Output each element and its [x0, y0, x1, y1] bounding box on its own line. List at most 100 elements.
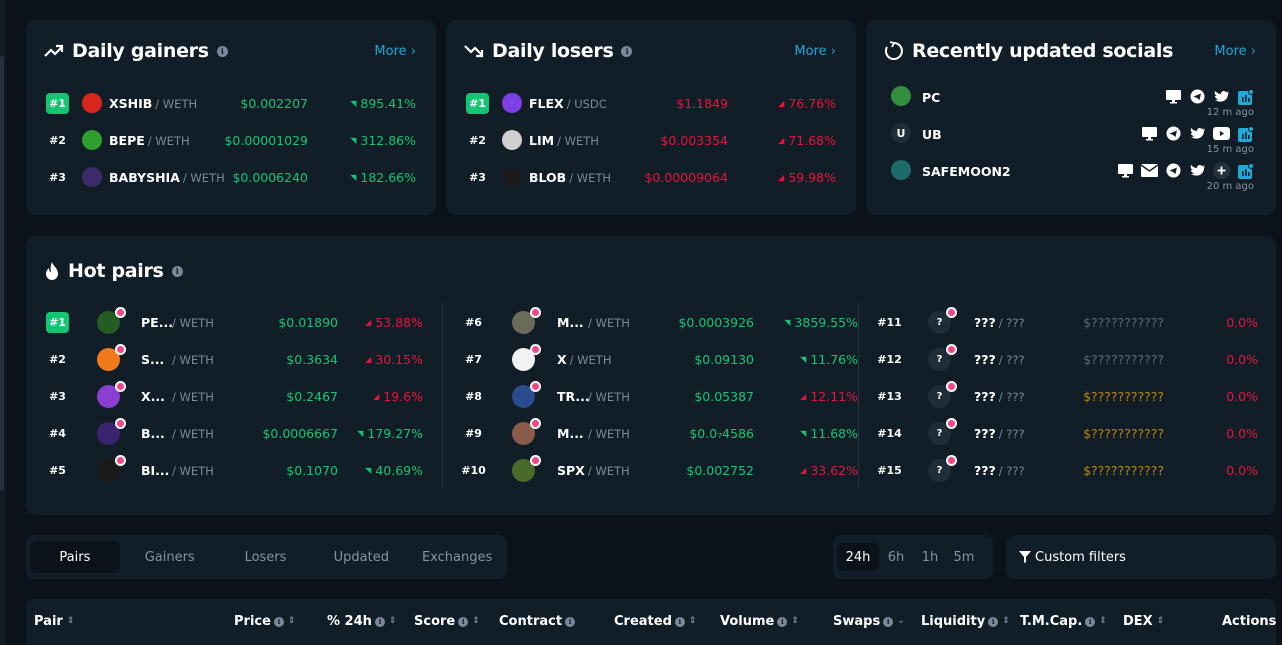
hot-pair-item[interactable]: #12???? / ??? $??????????? 0.0%	[858, 343, 1268, 371]
column-header-actions[interactable]: Actions	[1222, 614, 1276, 629]
pair-symbol[interactable]: LIM / WETH	[529, 133, 599, 148]
website-icon[interactable]	[1165, 88, 1182, 105]
pair-symbol[interactable]: TR.../ WETH	[557, 389, 630, 404]
hot-pair-item[interactable]: #5 BI... / WETH $0.1070 ◥ 40.69%	[26, 454, 436, 482]
info-icon[interactable]: i	[273, 616, 284, 627]
pair-symbol[interactable]: X / WETH	[557, 352, 611, 367]
timeframe-24h[interactable]: 24h	[837, 543, 879, 571]
pair-symbol[interactable]: FLEX / USDC	[529, 96, 607, 111]
token-name[interactable]: SAFEMOON2	[922, 164, 1011, 179]
list-item[interactable]: #3 BABYSHIA / WETH $0.0006240 ◥ 182.66%	[26, 165, 436, 189]
hot-pair-item[interactable]: #2 S... / WETH $0.3634 ◢ 30.15%	[26, 343, 436, 371]
column-header-24h[interactable]: % 24h i ⇕	[327, 614, 396, 629]
social-item[interactable]: U UB 15 m ago	[866, 121, 1276, 161]
hot-pair-item[interactable]: #10 SPX / WETH $0.002752 ◢ 33.62%	[442, 454, 858, 482]
column-header-swaps[interactable]: Swaps i ⌄	[833, 614, 905, 629]
youtube-icon[interactable]	[1213, 125, 1230, 142]
plus-icon[interactable]	[1213, 162, 1230, 179]
info-icon[interactable]: i	[883, 616, 894, 627]
info-icon[interactable]: i	[458, 616, 469, 627]
timeframe-6h[interactable]: 6h	[879, 543, 913, 571]
pair-symbol[interactable]: ??? / ???	[974, 389, 1025, 404]
pair-symbol[interactable]: XSHIB / WETH	[109, 96, 197, 111]
pair-symbol[interactable]: BABYSHIA / WETH	[109, 170, 225, 185]
hot-pair-item[interactable]: #3 X... / WETH $0.2467 ◢ 19.6%	[26, 380, 436, 408]
column-header-liquidity[interactable]: Liquidity i ⇕	[921, 614, 1010, 629]
pair-symbol[interactable]: ??? / ???	[974, 463, 1025, 478]
list-item[interactable]: #2 BEPE / WETH $0.00001029 ◥ 312.86%	[26, 128, 436, 152]
column-header-created[interactable]: Created i ⇕	[614, 614, 696, 629]
info-icon[interactable]: i	[621, 45, 633, 57]
timeframe-1h[interactable]: 1h	[913, 543, 947, 571]
info-icon[interactable]: i	[1085, 616, 1096, 627]
tab-gainers[interactable]: Gainers	[120, 541, 220, 573]
info-icon[interactable]: i	[674, 616, 685, 627]
email-icon[interactable]	[1141, 162, 1158, 179]
hot-pair-item[interactable]: #15???? / ??? $??????????? 0.0%	[858, 454, 1268, 482]
column-header-pair[interactable]: Pair ⇕	[34, 614, 74, 629]
tab-pairs[interactable]: Pairs	[30, 541, 120, 573]
hot-pair-item[interactable]: #4 B... / WETH $0.0006667 ◥ 179.27%	[26, 417, 436, 445]
pair-symbol[interactable]: S... / WETH	[141, 352, 214, 367]
social-item[interactable]: SAFEMOON2 20 m ago	[866, 158, 1276, 198]
telegram-icon[interactable]	[1165, 125, 1182, 142]
info-icon[interactable]: i	[216, 45, 228, 57]
social-item[interactable]: PC 12 m ago	[866, 84, 1276, 124]
pair-symbol[interactable]: X... / WETH	[141, 389, 214, 404]
list-item[interactable]: #3 BLOB / WETH $0.00009064 ◢ 59.98%	[446, 165, 856, 189]
sort-icon[interactable]: ⇕	[67, 617, 75, 626]
list-item[interactable]: #2 LIM / WETH $0.003354 ◢ 71.68%	[446, 128, 856, 152]
daily-gainers-more-link[interactable]: More ›	[374, 44, 416, 59]
info-icon[interactable]: i	[374, 616, 385, 627]
info-icon[interactable]: i	[171, 265, 183, 277]
sort-icon[interactable]: ⇕	[1099, 617, 1107, 626]
twitter-icon[interactable]	[1189, 162, 1206, 179]
website-icon[interactable]	[1141, 125, 1158, 142]
page-scrollbar[interactable]	[0, 0, 6, 645]
sort-icon[interactable]: ⇕	[791, 617, 799, 626]
pair-symbol[interactable]: M... / WETH	[557, 426, 630, 441]
token-name[interactable]: UB	[922, 127, 942, 142]
daily-losers-more-link[interactable]: More ›	[794, 44, 836, 59]
sort-desc-icon[interactable]: ⌄	[897, 617, 905, 626]
info-icon[interactable]: i	[777, 616, 788, 627]
sort-icon[interactable]: ⇕	[1157, 617, 1165, 626]
pair-symbol[interactable]: B... / WETH	[141, 426, 214, 441]
twitter-icon[interactable]	[1189, 125, 1206, 142]
column-header-price[interactable]: Price i ⇕	[234, 614, 295, 629]
hot-pair-item[interactable]: #6 M... / WETH $0.0003926 ◥ 3859.55%	[442, 306, 858, 334]
telegram-icon[interactable]	[1165, 162, 1182, 179]
token-name[interactable]: PC	[922, 90, 940, 105]
hot-pair-item[interactable]: #7 X / WETH $0.09130 ◥ 11.76%	[442, 343, 858, 371]
pair-symbol[interactable]: SPX / WETH	[557, 463, 630, 478]
pair-symbol[interactable]: BLOB / WETH	[529, 170, 611, 185]
hot-pair-item[interactable]: #13???? / ??? $??????????? 0.0%	[858, 380, 1268, 408]
column-header-dex[interactable]: DEX ⇕	[1123, 614, 1164, 629]
info-icon[interactable]: i	[565, 616, 576, 627]
pair-symbol[interactable]: M... / WETH	[557, 315, 630, 330]
pair-symbol[interactable]: BI... / WETH	[141, 463, 214, 478]
hot-pair-item[interactable]: #1 PE.../ WETH $0.01890 ◢ 53.88%	[26, 306, 436, 334]
dextools-icon[interactable]	[1237, 125, 1254, 142]
hot-pair-item[interactable]: #8 TR.../ WETH $0.05387 ◢ 12.11%	[442, 380, 858, 408]
list-item[interactable]: #1 FLEX / USDC $1.1849 ◢ 76.76%	[446, 91, 856, 115]
hot-pair-item[interactable]: #9 M... / WETH $0.0₇4586 ◥ 11.68%	[442, 417, 858, 445]
socials-more-link[interactable]: More ›	[1214, 44, 1256, 59]
info-icon[interactable]: i	[988, 616, 999, 627]
dextools-icon[interactable]	[1237, 162, 1254, 179]
tab-exchanges[interactable]: Exchanges	[411, 541, 503, 573]
column-header-t-m-cap[interactable]: T.M.Cap. i ⇕	[1020, 614, 1107, 629]
sort-icon[interactable]: ⇕	[288, 617, 296, 626]
scrollbar-thumb[interactable]	[0, 56, 4, 491]
tab-losers[interactable]: Losers	[220, 541, 312, 573]
pair-symbol[interactable]: ??? / ???	[974, 352, 1025, 367]
sort-icon[interactable]: ⇕	[689, 617, 697, 626]
timeframe-5m[interactable]: 5m	[947, 543, 981, 571]
column-header-volume[interactable]: Volume i ⇕	[720, 614, 799, 629]
hot-pair-item[interactable]: #14???? / ??? $??????????? 0.0%	[858, 417, 1268, 445]
column-header-score[interactable]: Score i ⇕	[414, 614, 480, 629]
hot-pair-item[interactable]: #11???? / ??? $??????????? 0.0%	[858, 306, 1268, 334]
column-header-contract[interactable]: Contract i	[499, 614, 576, 629]
pair-symbol[interactable]: BEPE / WETH	[109, 133, 190, 148]
pair-symbol[interactable]: ??? / ???	[974, 315, 1025, 330]
